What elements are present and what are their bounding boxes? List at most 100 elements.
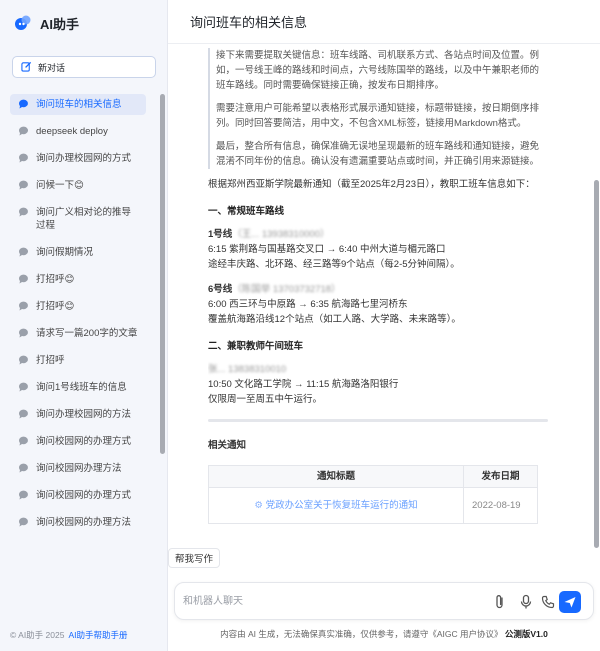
route-name: 6号线 [208, 284, 233, 295]
chat-history-list[interactable]: 询问班车的相关信息 deepseek deploy 询问办理校园网的方式 问候一下😊 询… [0, 94, 160, 614]
divider [208, 419, 548, 422]
chat-input[interactable] [183, 591, 473, 611]
chat-history-item[interactable]: 询问办理校园网的方法 [10, 404, 146, 425]
copyright-text: © AI助手 2025 [10, 630, 65, 640]
route-6: 6号线（陈国举 13703732718） 6:00 西三环与中原路 → 6:35… [208, 282, 548, 327]
message-content: 接下来需要提取关键信息：班车线路、司机联系方式、各站点时间及位置。例如，一号线王… [208, 48, 548, 578]
chat-history-label: 询问假期情况 [36, 247, 94, 258]
answer-block: 根据郑州西亚斯学院最新通知（截至2025年2月23日），教职工班车信息如下： 一… [208, 177, 548, 524]
chat-history-item[interactable]: 询问校园网的办理方法 [10, 512, 146, 533]
chat-bubble-icon [18, 126, 29, 136]
chat-title: 询问班车的相关信息 [168, 0, 600, 44]
brand-logo-icon [14, 14, 32, 32]
chat-bubble-icon [18, 517, 29, 527]
attachment-icon[interactable] [493, 594, 507, 610]
disclaimer: 内容由 AI 生成，无法确保真实准确，仅供参考，请遵守《AIGC 用户协议》 公… [168, 628, 600, 640]
chat-history-item[interactable]: deepseek deploy [10, 121, 146, 142]
chat-history-label: 打招呼😊 [36, 274, 75, 285]
chat-history-item[interactable]: 打招呼😊 [10, 269, 146, 290]
composer [174, 582, 594, 620]
route-line: 6:00 西三环与中原路 → 6:35 航海路七里河桥东 [208, 299, 408, 310]
chat-history-label: 询问校园网的办理方法 [36, 517, 132, 528]
chat-history-label: 询问广义相对论的推导过程 [36, 207, 132, 231]
chat-bubble-icon [18, 207, 29, 217]
chat-history-label: 打招呼😊 [36, 301, 75, 312]
chat-history-label: 询问校园网的办理方式 [36, 490, 132, 501]
chat-bubble-icon [18, 274, 29, 284]
route-contact: （陈国举 13703732718） [232, 284, 341, 295]
route-line: 仅限周一至周五中午运行。 [208, 394, 323, 405]
main-panel: 询问班车的相关信息 接下来需要提取关键信息：班车线路、司机联系方式、各站点时间及… [168, 0, 600, 651]
chat-history-item[interactable]: 问候一下😊 [10, 175, 146, 196]
route-line: 覆盖航海路沿线12个站点（如工人路、大学路、未来路等）。 [208, 314, 461, 325]
chat-history-item[interactable]: 询问校园网的办理方式 [10, 431, 146, 452]
new-chat-label: 新对话 [38, 62, 66, 73]
think-paragraph: 最后，整合所有信息，确保准确无误地呈现最新的班车路线和通知链接，避免混淆不同年份… [216, 141, 540, 167]
answer-intro: 根据郑州西亚斯学院最新通知（截至2025年2月23日），教职工班车信息如下： [208, 179, 535, 190]
brand-name: AI助手 [40, 16, 80, 32]
chat-bubble-icon [18, 247, 29, 257]
chat-history-label: 询问办理校园网的方式 [36, 153, 132, 164]
chat-bubble-icon [18, 436, 29, 446]
table-header: 通知标题 [208, 465, 464, 488]
route-line: 途经丰庆路、北环路、经三路等9个站点（每2-5分钟间隔）。 [208, 259, 460, 270]
think-paragraph: 接下来需要提取关键信息：班车线路、司机联系方式、各站点时间及位置。例如，一号线王… [216, 50, 540, 91]
new-chat-button[interactable]: 新对话 [12, 56, 156, 78]
chat-history-item[interactable]: 打招呼😊 [10, 296, 146, 317]
route-contact: 张... 13838310010 [208, 364, 287, 375]
chat-history-item[interactable]: 询问校园网办理方法 [10, 458, 146, 479]
microphone-icon[interactable] [519, 594, 533, 610]
table-row: ⚙ 党政办公室关于恢复班车运行的通知 2022-08-19 [208, 487, 538, 524]
chat-history-label: 询问办理校园网的方法 [36, 409, 132, 420]
writing-helper-button[interactable]: 帮我写作 [168, 548, 220, 568]
chat-bubble-icon [18, 490, 29, 500]
notice-table: 通知标题 发布日期 ⚙ 党政办公室关于恢复班车运行的通知 2022-08-19 [208, 465, 538, 524]
chat-history-item[interactable]: 询问1号线班车的信息 [10, 377, 146, 398]
chat-bubble-icon [18, 409, 29, 419]
edit-icon [21, 61, 32, 74]
chat-bubble-icon [18, 463, 29, 473]
route-line: 6:15 紫荆路与国基路交叉口 → 6:40 中州大道与楣元路口 [208, 244, 446, 255]
route-1: 1号线（王... 13938310000） 6:15 紫荆路与国基路交叉口 → … [208, 227, 548, 272]
version-label: 公测版V1.0 [504, 629, 548, 639]
help-manual-link[interactable]: AI助手帮助手册 [68, 629, 127, 641]
chat-history-item[interactable]: 打招呼 [10, 350, 146, 371]
send-icon [564, 597, 576, 608]
phone-icon[interactable] [541, 594, 555, 610]
route-line: 10:50 文化路工学院 → 11:15 航海路洛阳银行 [208, 379, 399, 390]
chat-history-label: 询问班车的相关信息 [36, 99, 122, 110]
notice-date: 2022-08-19 [463, 487, 538, 524]
chat-history-item[interactable]: 询问办理校园网的方式 [10, 148, 146, 169]
section-title: 二、兼职教师午间班车 [208, 341, 304, 352]
think-paragraph: 需要注意用户可能希望以表格形式展示通知链接，标题带链接，按日期倒序排列。同时回答… [216, 103, 540, 129]
chat-history-item[interactable]: 询问广义相对论的推导过程 [10, 202, 146, 236]
sidebar-footer: © AI助手 2025 AI助手帮助手册 [10, 629, 128, 641]
chat-bubble-icon [18, 99, 29, 109]
send-button[interactable] [559, 591, 581, 613]
chat-bubble-icon [18, 301, 29, 311]
route-contact: （王... 13938310000） [232, 229, 330, 240]
link-gear-icon: ⚙ [254, 500, 263, 511]
noon-route: 张... 13838310010 10:50 文化路工学院 → 11:15 航海… [208, 362, 548, 407]
chat-bubble-icon [18, 180, 29, 190]
chat-history-item[interactable]: 请求写一篇200字的文章 [10, 323, 146, 344]
main-scrollbar[interactable] [594, 180, 599, 548]
chat-history-label: 问候一下😊 [36, 180, 84, 191]
chat-history-label: 请求写一篇200字的文章 [36, 328, 138, 339]
route-name: 1号线 [208, 229, 233, 240]
notice-title: 相关通知 [208, 440, 247, 451]
chat-bubble-icon [18, 153, 29, 163]
chat-history-item[interactable]: 询问校园网的办理方式 [10, 485, 146, 506]
notice-link[interactable]: ⚙ 党政办公室关于恢复班车运行的通知 [208, 487, 464, 524]
table-header: 发布日期 [463, 465, 538, 488]
chat-history-label: 打招呼 [36, 355, 65, 366]
chat-history-item[interactable]: 询问班车的相关信息 [10, 94, 146, 115]
chat-history-label: 询问校园网办理方法 [36, 463, 122, 474]
chat-history-label: deepseek deploy [36, 126, 108, 137]
sidebar-scrollbar[interactable] [160, 94, 165, 454]
chat-bubble-icon [18, 382, 29, 392]
chat-history-item[interactable]: 询问假期情况 [10, 242, 146, 263]
brand[interactable]: AI助手 [14, 12, 79, 34]
thinking-block: 接下来需要提取关键信息：班车线路、司机联系方式、各站点时间及位置。例如，一号线王… [208, 48, 548, 169]
chat-bubble-icon [18, 355, 29, 365]
